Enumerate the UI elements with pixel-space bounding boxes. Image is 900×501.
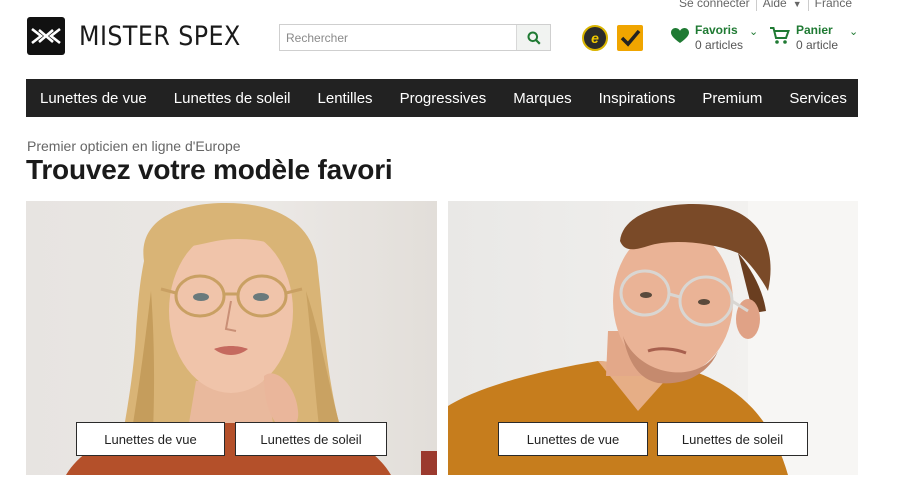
page-title: Trouvez votre modèle favori	[26, 154, 393, 185]
men-sunglasses-button[interactable]: Lunettes de soleil	[657, 422, 808, 456]
heart-icon	[671, 28, 689, 43]
favorites-button[interactable]: Favoris 0 articles ⌄	[671, 23, 759, 52]
search-button[interactable]	[516, 25, 550, 50]
ekomi-badge-icon[interactable]: e	[582, 25, 608, 51]
help-label: Aide	[762, 0, 787, 10]
chevron-down-icon: ⌄	[849, 26, 859, 38]
help-menu[interactable]: Aide ▼	[755, 0, 808, 11]
login-link[interactable]: Se connecter	[673, 0, 756, 11]
trusted-shops-icon[interactable]	[617, 25, 643, 51]
favorites-count: 0 articles	[695, 38, 744, 52]
main-nav: Lunettes de vue Lunettes de soleil Lenti…	[26, 79, 858, 117]
men-eyeglasses-button[interactable]: Lunettes de vue	[498, 422, 648, 456]
nav-item-lunettes-de-vue[interactable]: Lunettes de vue	[40, 90, 147, 107]
search-icon	[527, 31, 541, 45]
brand-name: MISTER SPEX	[79, 20, 241, 52]
utility-bar: Se connecter Aide ▼ France	[673, 0, 858, 11]
cart-label: Panier	[796, 23, 833, 37]
nav-item-marques[interactable]: Marques	[513, 90, 571, 107]
search-input[interactable]	[280, 25, 516, 50]
favorites-label: Favoris	[695, 23, 738, 37]
nav-item-inspirations[interactable]: Inspirations	[599, 90, 676, 107]
nav-item-lunettes-de-soleil[interactable]: Lunettes de soleil	[174, 90, 291, 107]
cart-count: 0 article	[796, 38, 839, 52]
nav-item-services[interactable]: Services	[789, 90, 847, 107]
nav-item-premium[interactable]: Premium	[702, 90, 762, 107]
search-bar	[279, 24, 551, 51]
women-eyeglasses-button[interactable]: Lunettes de vue	[76, 422, 225, 456]
brand-logo[interactable]: MISTER SPEX	[27, 17, 263, 55]
cart-icon	[770, 27, 790, 44]
country-selector[interactable]: France	[807, 0, 858, 11]
nav-item-lentilles[interactable]: Lentilles	[318, 90, 373, 107]
women-sunglasses-button[interactable]: Lunettes de soleil	[235, 422, 387, 456]
nav-item-progressives[interactable]: Progressives	[400, 90, 487, 107]
hero-card-men: Lunettes de vue Lunettes de soleil	[448, 201, 858, 475]
logo-mark-icon	[27, 17, 65, 55]
cart-button[interactable]: Panier 0 article ⌄	[770, 23, 860, 52]
hero-card-women: Lunettes de vue Lunettes de soleil	[26, 201, 437, 475]
chevron-down-icon: ▼	[792, 0, 802, 9]
chevron-down-icon: ⌄	[749, 26, 759, 38]
hero-kicker: Premier opticien en ligne d'Europe	[27, 138, 241, 154]
